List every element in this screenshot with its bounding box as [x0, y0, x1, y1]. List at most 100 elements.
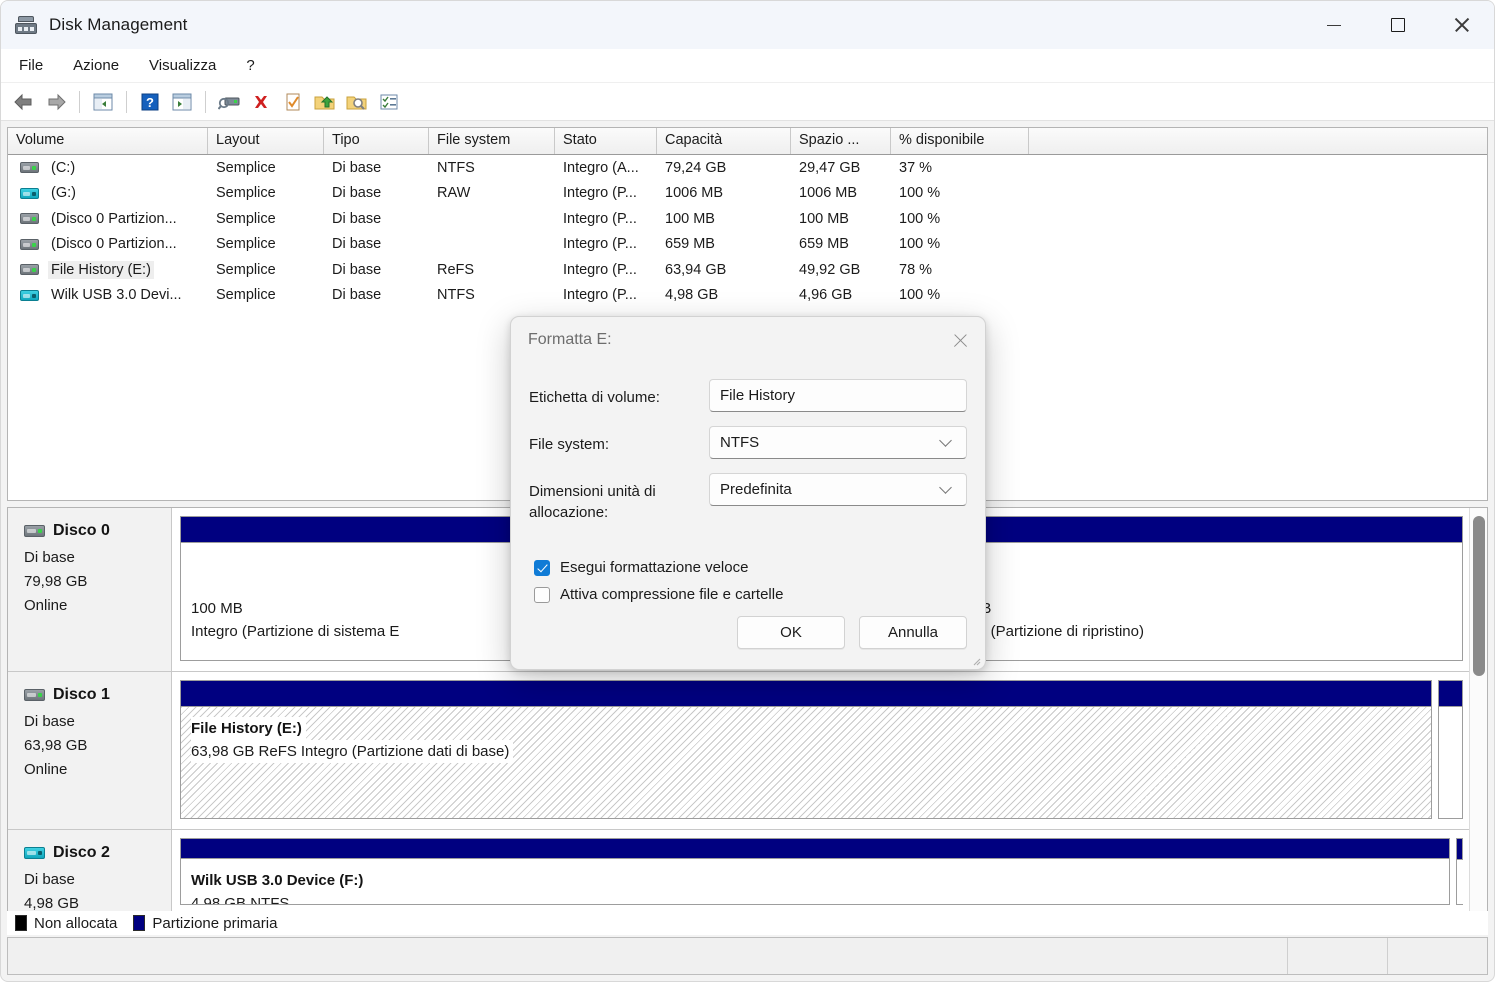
- partition-block[interactable]: Wilk USB 3.0 Device (F:)4,98 GB NTFS: [180, 838, 1450, 905]
- disk-size: 4,98 GB: [24, 892, 171, 913]
- close-icon: [1453, 16, 1471, 34]
- toolbar: ?: [1, 83, 1494, 121]
- show-details-icon: [379, 93, 399, 111]
- cell-fs: RAW: [429, 185, 555, 201]
- menu-bar: File Azione Visualizza ?: [1, 49, 1494, 83]
- disk-size: 79,98 GB: [24, 570, 171, 594]
- back-button[interactable]: [9, 88, 39, 116]
- show-hide-console-tree-button[interactable]: [88, 88, 118, 116]
- cell-capacita: 659 MB: [657, 236, 791, 252]
- search-button[interactable]: [342, 88, 372, 116]
- column-header-spazio[interactable]: Spazio ...: [791, 128, 891, 154]
- show-hide-action-pane-button[interactable]: [167, 88, 197, 116]
- forward-button[interactable]: [41, 88, 71, 116]
- dialog-close-button[interactable]: [935, 317, 985, 363]
- hard-drive-icon: [20, 213, 39, 224]
- cell-spazio: 4,96 GB: [791, 287, 891, 303]
- column-header-file-system[interactable]: File system: [429, 128, 555, 154]
- cell-layout: Semplice: [208, 236, 324, 252]
- show-hide-action-pane-icon: [172, 93, 192, 111]
- dialog-actions: OK Annulla: [511, 616, 985, 649]
- cell-spazio: 1006 MB: [791, 185, 891, 201]
- disk-view-scrollbar-thumb[interactable]: [1473, 516, 1485, 676]
- cell-volume: (Disco 0 Partizion...: [8, 210, 208, 228]
- partition-block[interactable]: 659 MBIntegro (Partizione di ripristino): [929, 516, 1463, 661]
- hard-drive-icon: [24, 689, 45, 701]
- partition-block[interactable]: [1456, 838, 1463, 905]
- cancel-button[interactable]: Annulla: [859, 616, 967, 649]
- volume-row[interactable]: Wilk USB 3.0 Devi...SempliceDi baseNTFSI…: [8, 283, 1487, 309]
- cell-spazio: 100 MB: [791, 211, 891, 227]
- menu-item-azione[interactable]: Azione: [61, 54, 131, 77]
- properties-button[interactable]: [278, 88, 308, 116]
- delete-volume-button[interactable]: [246, 88, 276, 116]
- export-list-button[interactable]: [310, 88, 340, 116]
- help-button[interactable]: ?: [135, 88, 165, 116]
- enable-compression-checkbox[interactable]: [534, 587, 550, 603]
- close-button[interactable]: [1430, 1, 1494, 49]
- partition-color-bar: [1439, 681, 1462, 707]
- column-header-disponibile[interactable]: % disponibile: [891, 128, 1029, 154]
- rescan-disks-button[interactable]: [214, 88, 244, 116]
- disk-info-panel[interactable]: Disco 1Di base63,98 GBOnline: [8, 672, 172, 829]
- disk-size: 63,98 GB: [24, 734, 171, 758]
- column-header-layout[interactable]: Layout: [208, 128, 324, 154]
- disk-info-panel[interactable]: Disco 2Di base4,98 GB: [8, 830, 172, 913]
- ok-button[interactable]: OK: [737, 616, 845, 649]
- disk-info-panel[interactable]: Disco 0Di base79,98 GBOnline: [8, 508, 172, 671]
- show-hide-console-tree-icon: [93, 93, 113, 111]
- quick-format-checkbox[interactable]: [534, 560, 550, 576]
- column-header-tipo[interactable]: Tipo: [324, 128, 429, 154]
- file-system-select[interactable]: NTFS: [709, 426, 967, 459]
- export-list-icon: [314, 93, 336, 111]
- status-bar: [7, 937, 1488, 975]
- menu-item-file[interactable]: File: [7, 54, 55, 77]
- volume-row[interactable]: File History (E:)SempliceDi baseReFSInte…: [8, 257, 1487, 283]
- cell-fs: ReFS: [429, 262, 555, 278]
- maximize-icon: [1391, 18, 1405, 32]
- partition-block[interactable]: [1438, 680, 1463, 819]
- hard-drive-icon: [20, 264, 39, 275]
- partition-color-bar: [181, 839, 1449, 859]
- column-header-stato[interactable]: Stato: [555, 128, 657, 154]
- volume-row[interactable]: (C:)SempliceDi baseNTFSIntegro (A...79,2…: [8, 155, 1487, 181]
- chevron-down-icon: [939, 434, 952, 447]
- partition-details: File History (E:)63,98 GB ReFSIntegro (P…: [181, 707, 1431, 818]
- disk-type: Di base: [24, 868, 171, 892]
- toolbar-separator: [79, 91, 80, 113]
- menu-item-visualizza[interactable]: Visualizza: [137, 54, 228, 77]
- cell-layout: Semplice: [208, 287, 324, 303]
- properties-icon: [283, 93, 303, 111]
- minimize-button[interactable]: [1302, 1, 1366, 49]
- maximize-button[interactable]: [1366, 1, 1430, 49]
- cell-capacita: 79,24 GB: [657, 160, 791, 176]
- volume-row[interactable]: (G:)SempliceDi baseRAWIntegro (P...1006 …: [8, 181, 1487, 207]
- legend-swatch: [15, 915, 27, 931]
- resize-grip-icon[interactable]: [971, 656, 981, 666]
- volume-label-input[interactable]: File History: [709, 379, 967, 412]
- column-header-volume[interactable]: Volume: [8, 128, 208, 154]
- quick-format-row[interactable]: Esegui formattazione veloce: [529, 559, 967, 576]
- partition-status: Integro (Partizione dati di base): [301, 740, 513, 763]
- menu-item-help[interactable]: ?: [234, 54, 266, 77]
- enable-compression-label: Attiva compressione file e cartelle: [560, 586, 783, 603]
- rescan-disks-icon: [218, 93, 240, 111]
- enable-compression-row[interactable]: Attiva compressione file e cartelle: [529, 586, 967, 603]
- close-icon: [952, 332, 969, 349]
- column-header-capacit[interactable]: Capacità: [657, 128, 791, 154]
- dialog-title: Formatta E:: [528, 331, 612, 349]
- allocation-unit-select[interactable]: Predefinita: [709, 473, 967, 506]
- volume-row[interactable]: (Disco 0 Partizion...SempliceDi baseInte…: [8, 206, 1487, 232]
- status-bar-cell: [1387, 938, 1487, 974]
- volume-list-rows: (C:)SempliceDi baseNTFSIntegro (A...79,2…: [8, 155, 1487, 308]
- disk-view-scrollbar[interactable]: [1469, 508, 1487, 912]
- cell-tipo: Di base: [324, 236, 429, 252]
- cell-volume: (G:): [8, 184, 208, 202]
- show-details-button[interactable]: [374, 88, 404, 116]
- partition-block[interactable]: File History (E:)63,98 GB ReFSIntegro (P…: [180, 680, 1432, 819]
- volume-name: Wilk USB 3.0 Devi...: [48, 286, 185, 304]
- partition-details: [1457, 860, 1467, 904]
- volume-row[interactable]: (Disco 0 Partizion...SempliceDi baseInte…: [8, 232, 1487, 258]
- partition-details: 659 MBIntegro (Partizione di ripristino): [930, 543, 1462, 660]
- search-icon: [346, 93, 368, 111]
